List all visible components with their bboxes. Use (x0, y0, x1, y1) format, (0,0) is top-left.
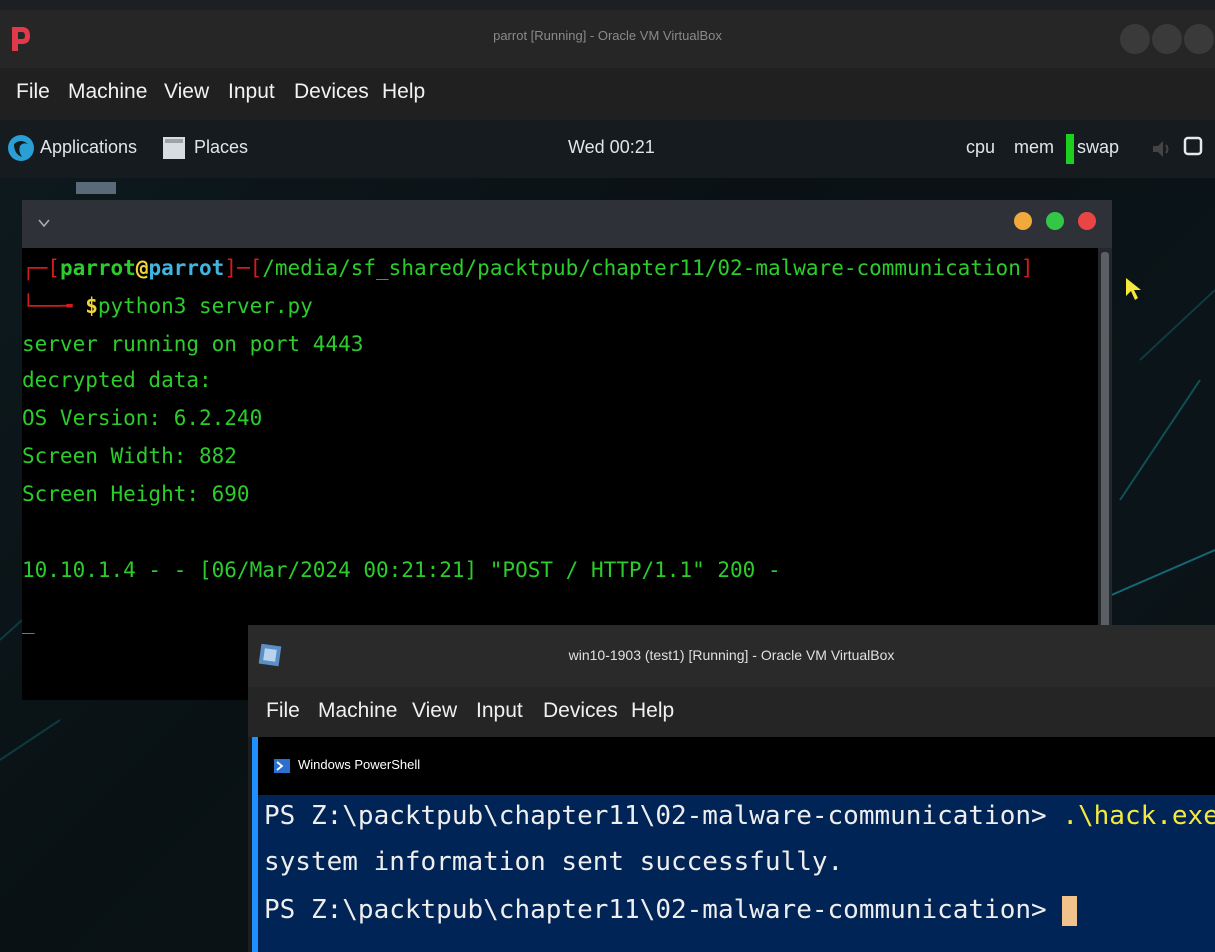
cpu-monitor[interactable]: cpu (966, 137, 995, 158)
terminal-output-line: Screen Height: 690 (22, 482, 250, 506)
menu-help[interactable]: Help (382, 80, 425, 104)
menu-help[interactable]: Help (631, 699, 674, 723)
vm-parrot-menubar: File Machine View Input Devices Help (0, 68, 1215, 120)
terminal-output-line: server running on port 4443 (22, 332, 364, 356)
prompt-user: parrot (59, 256, 136, 280)
vm-windows-titlebar[interactable]: win10-1903 (test1) [Running] - Oracle VM… (248, 625, 1215, 687)
prompt-at: @ (135, 256, 149, 280)
menu-file[interactable]: File (16, 80, 50, 104)
menu-devices[interactable]: Devices (294, 80, 369, 104)
terminal-output-line: 10.10.1.4 - - [06/Mar/2024 00:21:21] "PO… (22, 558, 781, 582)
vm-windows-title: win10-1903 (test1) [Running] - Oracle VM… (568, 647, 895, 663)
menu-input[interactable]: Input (476, 699, 523, 723)
menu-file[interactable]: File (266, 699, 300, 723)
applications-menu[interactable]: Applications (40, 137, 137, 158)
menu-view[interactable]: View (412, 699, 457, 723)
prompt-symbol: $ (85, 294, 98, 318)
terminal-output-line: OS Version: 6.2.240 (22, 406, 263, 430)
prompt-path: /media/sf_shared/packtpub/chapter11/02-m… (262, 256, 1021, 280)
menu-view[interactable]: View (164, 80, 209, 104)
applications-icon[interactable] (6, 133, 36, 163)
terminal-command: python3 server.py (97, 294, 313, 318)
screen-icon[interactable] (1183, 136, 1203, 158)
terminal-maximize-button[interactable] (1046, 212, 1064, 230)
menu-input[interactable]: Input (228, 80, 275, 104)
ps-command: .\hack.exe (1062, 801, 1215, 831)
terminal-minimize-button[interactable] (1014, 212, 1032, 230)
minimize-button[interactable] (1120, 24, 1150, 54)
menu-machine[interactable]: Machine (318, 699, 397, 723)
terminal-cursor: _ (22, 610, 35, 634)
mem-monitor[interactable]: mem (1014, 137, 1054, 158)
ps-prompt: PS Z:\packtpub\chapter11\02-malware-comm… (264, 801, 1047, 831)
terminal-output-line: Screen Width: 882 (22, 444, 237, 468)
close-button[interactable] (1184, 24, 1214, 54)
terminal-output-line: decrypted data: (22, 368, 212, 392)
vm-parrot-title: parrot [Running] - Oracle VM VirtualBox (493, 28, 722, 43)
menu-devices[interactable]: Devices (543, 699, 618, 723)
maximize-button[interactable] (1152, 24, 1182, 54)
workspace-thumbnail[interactable] (76, 182, 116, 194)
ps-command-line: PS Z:\packtpub\chapter11\02-malware-comm… (264, 801, 1215, 831)
vm-windows-window[interactable]: win10-1903 (test1) [Running] - Oracle VM… (248, 625, 1215, 952)
prompt-host: parrot (148, 256, 225, 280)
menu-machine[interactable]: Machine (68, 80, 147, 104)
ps-output-line: system information sent successfully. (264, 847, 844, 877)
vm-windows-menubar: File Machine View Input Devices Help (248, 687, 1215, 737)
mouse-pointer-icon (1126, 278, 1141, 300)
powershell-icon (274, 759, 290, 773)
swap-monitor[interactable]: swap (1077, 137, 1119, 158)
terminal-menu-chevron-icon[interactable] (38, 218, 50, 228)
terminal-close-button[interactable] (1078, 212, 1096, 230)
ps-cursor (1062, 895, 1078, 926)
powershell-console[interactable]: PS Z:\packtpub\chapter11\02-malware-comm… (258, 795, 1215, 952)
powershell-titlebar[interactable]: Windows PowerShell (258, 737, 1215, 795)
mem-usage-bar (1066, 134, 1074, 164)
parrot-top-panel: Applications Places Wed 00:21 cpu mem sw… (0, 120, 1215, 178)
powershell-title: Windows PowerShell (298, 757, 421, 772)
ps-prompt: PS Z:\packtpub\chapter11\02-malware-comm… (264, 895, 1047, 925)
volume-icon[interactable] (1150, 138, 1172, 160)
terminal-prompt-line: ┌─[parrot@parrot]─[/media/sf_shared/pack… (22, 256, 1034, 280)
terminal-command-line: └──╼ $python3 server.py (22, 294, 313, 318)
places-icon[interactable] (162, 135, 186, 161)
ps-current-line: PS Z:\packtpub\chapter11\02-malware-comm… (264, 895, 1078, 926)
places-menu[interactable]: Places (194, 137, 248, 158)
vm-parrot-titlebar[interactable]: parrot [Running] - Oracle VM VirtualBox (0, 10, 1215, 68)
clock[interactable]: Wed 00:21 (568, 137, 655, 158)
terminal-titlebar[interactable] (22, 200, 1112, 248)
